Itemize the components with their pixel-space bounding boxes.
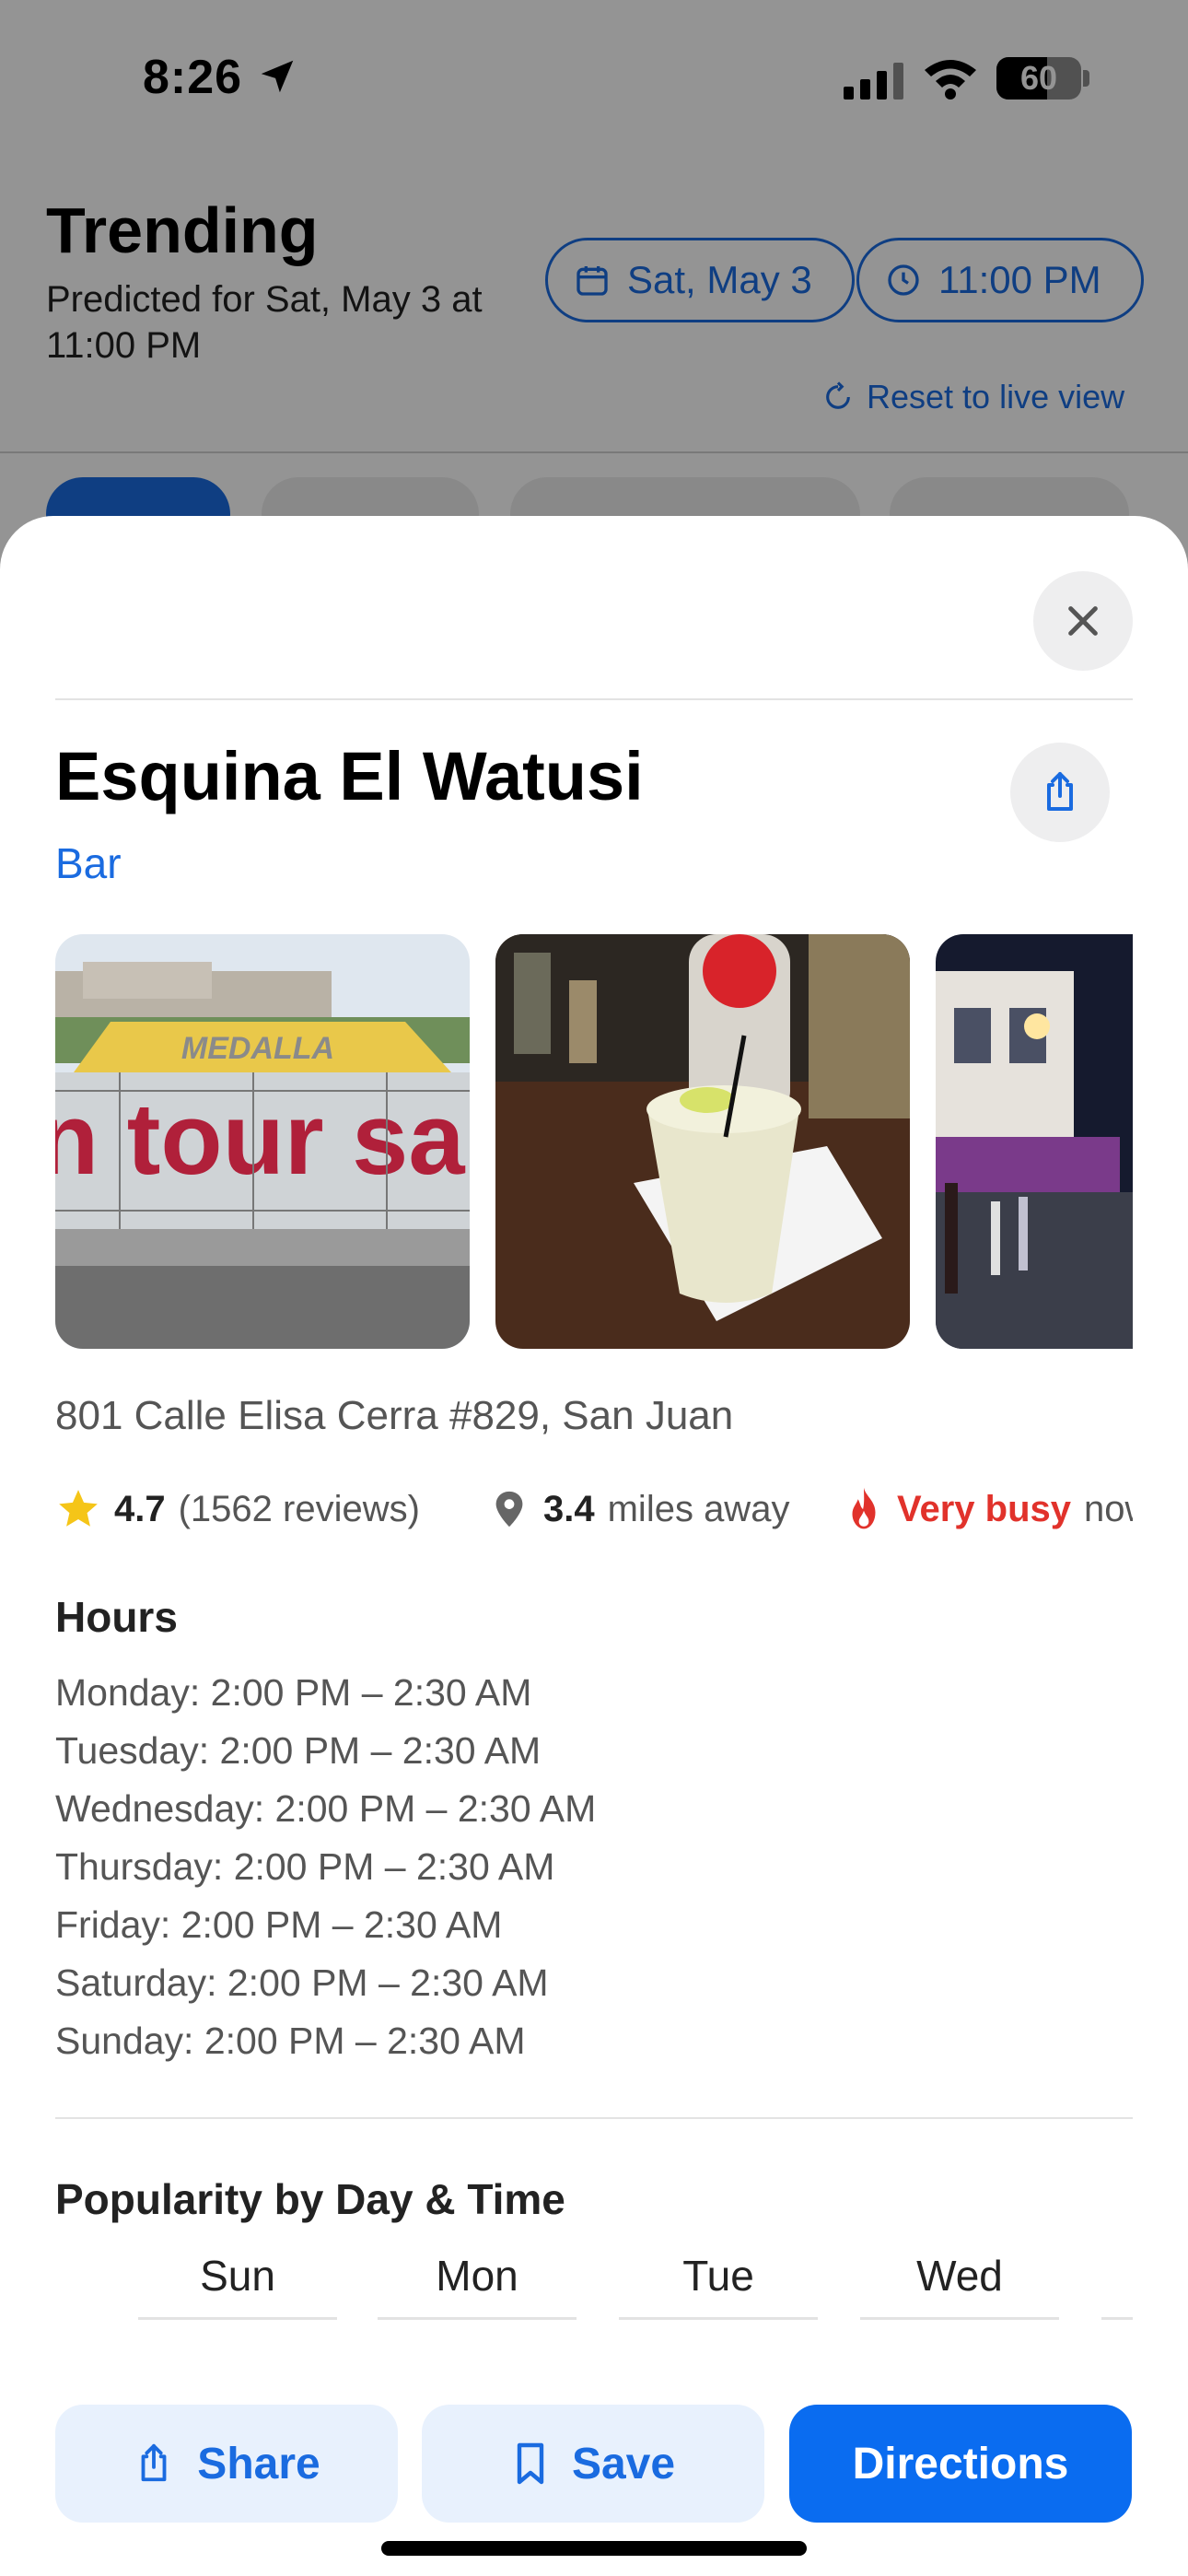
share-icon bbox=[141, 2443, 167, 2482]
photo-storefront[interactable]: MEDALLA n tour sa bbox=[55, 934, 470, 1349]
photo-street-night[interactable] bbox=[936, 934, 1133, 1349]
reviews-count: (1562 reviews) bbox=[178, 1488, 420, 1529]
busyness-stat: Very busy now bbox=[844, 1481, 1133, 1537]
distance-stat: 3.4 miles away bbox=[488, 1481, 789, 1537]
map-pin-icon bbox=[495, 1491, 523, 1528]
tab-wed[interactable]: Wed bbox=[860, 2248, 1059, 2320]
popularity-day-tabs: Sun Mon Tue Wed bbox=[138, 2248, 1133, 2322]
hours-row-tuesday: Tuesday: 2:00 PM – 2:30 AM bbox=[55, 1729, 542, 1772]
photo-drink[interactable] bbox=[495, 934, 910, 1349]
hours-row-monday: Monday: 2:00 PM – 2:30 AM bbox=[55, 1671, 532, 1714]
hours-list: Monday: 2:00 PM – 2:30 AM Tuesday: 2:00 … bbox=[55, 1664, 596, 2070]
place-name: Esquina El Watusi bbox=[55, 738, 644, 814]
directions-button[interactable]: Directions bbox=[789, 2405, 1132, 2523]
home-indicator[interactable] bbox=[381, 2541, 807, 2556]
save-label: Save bbox=[571, 2439, 676, 2488]
hours-row-thursday: Thursday: 2:00 PM – 2:30 AM bbox=[55, 1845, 555, 1888]
popularity-heading: Popularity by Day & Time bbox=[55, 2175, 565, 2223]
hours-row-friday: Friday: 2:00 PM – 2:30 AM bbox=[55, 1903, 503, 1946]
hours-row-saturday: Saturday: 2:00 PM – 2:30 AM bbox=[55, 1961, 549, 2004]
section-divider bbox=[55, 2117, 1133, 2119]
bookmark-icon bbox=[517, 2442, 544, 2485]
share-round-button[interactable] bbox=[1010, 743, 1110, 842]
tab-mon[interactable]: Mon bbox=[378, 2248, 577, 2320]
hours-row-wednesday: Wednesday: 2:00 PM – 2:30 AM bbox=[55, 1787, 597, 1830]
distance-value: 3.4 bbox=[543, 1488, 595, 1529]
close-icon bbox=[1068, 606, 1098, 636]
tab-tue[interactable]: Tue bbox=[619, 2248, 818, 2320]
svg-text:n tour sa: n tour sa bbox=[55, 1083, 465, 1196]
close-button[interactable] bbox=[1033, 571, 1133, 671]
busy-suffix: now bbox=[1084, 1488, 1133, 1529]
place-detail-sheet: Esquina El Watusi Bar MEDALLA n tour sa bbox=[0, 516, 1188, 2576]
directions-label: Directions bbox=[852, 2439, 1069, 2488]
busy-label: Very busy bbox=[897, 1488, 1072, 1529]
place-address[interactable]: 801 Calle Elisa Cerra #829, San Juan bbox=[55, 1393, 733, 1439]
rating-value: 4.7 bbox=[114, 1488, 166, 1529]
share-label: Share bbox=[197, 2439, 320, 2488]
share-icon bbox=[1047, 772, 1073, 811]
rating-stat[interactable]: 4.7 (1562 reviews) bbox=[55, 1481, 420, 1537]
place-stats-row: 4.7 (1562 reviews) 3.4 miles away Very b… bbox=[55, 1481, 1133, 1537]
flame-icon bbox=[852, 1487, 876, 1529]
place-category[interactable]: Bar bbox=[55, 838, 122, 888]
hours-row-sunday: Sunday: 2:00 PM – 2:30 AM bbox=[55, 2020, 526, 2062]
hours-heading: Hours bbox=[55, 1593, 178, 1641]
distance-unit: miles away bbox=[607, 1488, 790, 1529]
tab-next[interactable] bbox=[1101, 2248, 1133, 2320]
photo-carousel[interactable]: MEDALLA n tour sa bbox=[55, 934, 1133, 1349]
sheet-top-divider bbox=[55, 698, 1133, 700]
tab-sun[interactable]: Sun bbox=[138, 2248, 337, 2320]
share-button[interactable]: Share bbox=[55, 2405, 398, 2523]
save-button[interactable]: Save bbox=[422, 2405, 764, 2523]
svg-text:MEDALLA: MEDALLA bbox=[181, 1031, 334, 1066]
star-icon bbox=[59, 1490, 98, 1527]
